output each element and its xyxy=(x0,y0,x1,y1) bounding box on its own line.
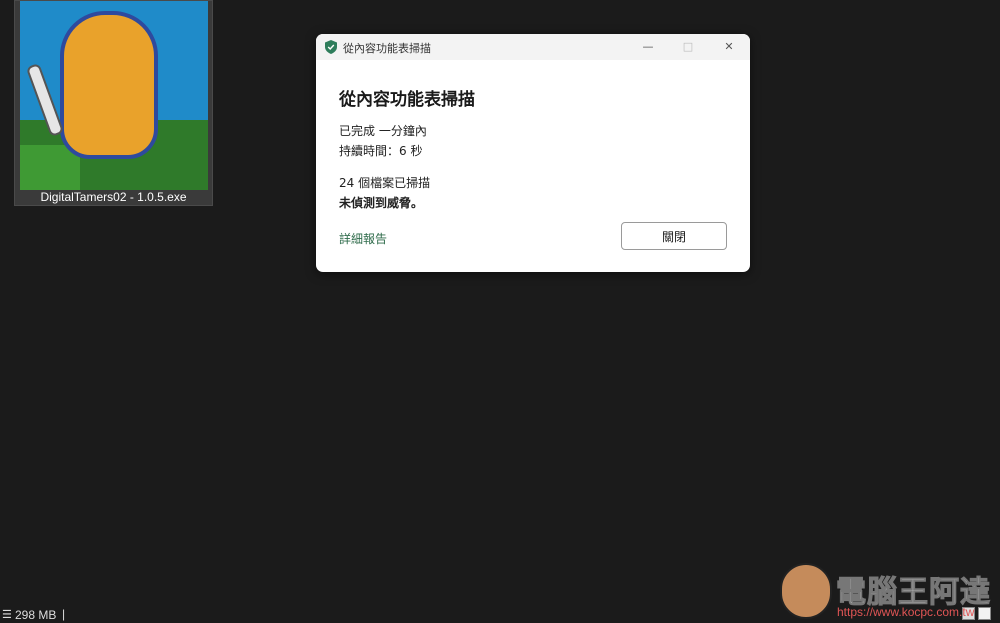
duration-text: 持續時間：6 秒 xyxy=(339,144,423,158)
details-report-link[interactable]: 詳細報告 xyxy=(339,230,387,247)
maximize-button[interactable]: □ xyxy=(678,38,698,56)
file-name-label: DigitalTamers02 - 1.0.5.exe xyxy=(40,190,187,204)
status-bar: ☰ 298 MB | xyxy=(0,607,120,623)
watermark-avatar-icon xyxy=(780,563,832,619)
files-scanned-text: 24 個檔案已掃描 xyxy=(339,176,431,190)
scan-result-dialog: 從內容功能表掃描 — □ ✕ 從內容功能表掃描 已完成 一分鐘內 持續時間：6 … xyxy=(316,34,750,272)
watermark-url: https://www.kocpc.com.tw xyxy=(837,605,975,619)
close-window-button[interactable]: ✕ xyxy=(719,38,739,56)
window-title: 從內容功能表掃描 xyxy=(343,42,431,55)
status-separator: | xyxy=(62,607,66,621)
thumbnail-snake xyxy=(60,11,158,159)
minimize-button[interactable]: — xyxy=(638,38,658,56)
close-button[interactable]: 關閉 xyxy=(621,222,727,250)
desktop-file-item[interactable]: DigitalTamers02 - 1.0.5.exe xyxy=(14,0,213,206)
shield-check-icon xyxy=(325,40,337,54)
list-icon: ☰ xyxy=(2,609,12,621)
memory-usage: 298 MB xyxy=(15,608,57,622)
dialog-titlebar[interactable]: 從內容功能表掃描 — □ ✕ xyxy=(316,34,750,60)
dialog-heading: 從內容功能表掃描 xyxy=(339,90,475,110)
completed-text: 已完成 一分鐘內 xyxy=(339,124,427,138)
threats-text: 未偵測到威脅。 xyxy=(339,196,424,210)
watermark: 電腦王阿達 https://www.kocpc.com.tw xyxy=(780,563,1000,623)
game-thumbnail-icon xyxy=(20,1,208,190)
